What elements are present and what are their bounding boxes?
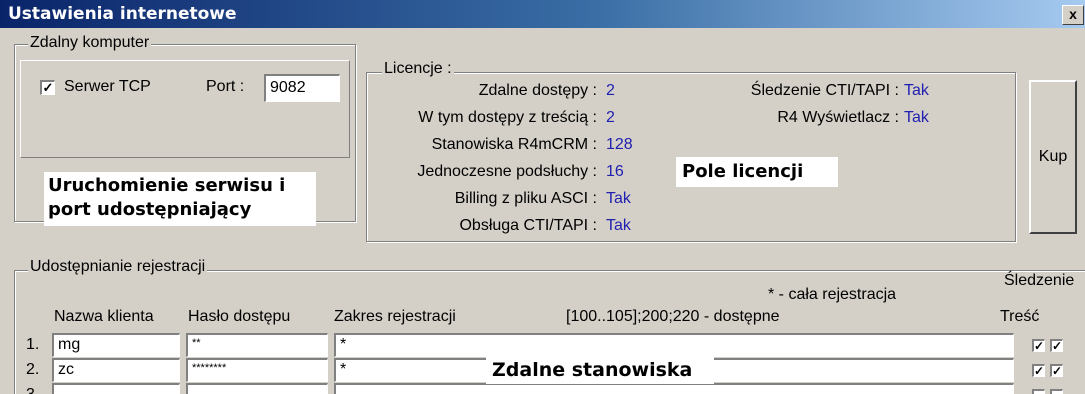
license-annotation: Pole licencji [676, 157, 838, 187]
content-checkbox[interactable]: ✓ [1050, 339, 1063, 352]
buy-button[interactable]: Kup [1029, 80, 1077, 234]
close-button[interactable]: x [1062, 5, 1084, 25]
license-label: R4 Wyświetlacz : [777, 109, 899, 126]
license-value: 2 [606, 109, 615, 126]
range-hint-available: [100..105];200;220 - dostępne [566, 308, 780, 325]
title-bar[interactable]: Ustawienia internetowe x [0, 0, 1085, 28]
password-input[interactable]: ******** [186, 358, 328, 382]
remote-annotation: Uruchomienie serwisu i port udostępniają… [44, 172, 316, 226]
column-header-range: Zakres rejestracji [334, 308, 456, 325]
license-value: 128 [606, 136, 633, 153]
column-header-client: Nazwa klienta [54, 308, 154, 325]
content-checkbox[interactable] [1050, 389, 1063, 394]
tcp-server-checkbox[interactable]: ✓ [40, 80, 55, 95]
license-label: Stanowiska R4mCRM : [431, 136, 597, 153]
range-hint-all: * - cała rejestracja [768, 286, 897, 303]
range-input[interactable] [334, 383, 1014, 394]
window-title: Ustawienia internetowe [8, 4, 237, 24]
license-label: Zdalne dostępy : [478, 82, 597, 99]
tracking-checkbox[interactable]: ✓ [1032, 339, 1045, 352]
tracking-checkbox[interactable] [1032, 389, 1045, 394]
license-label: Billing z pliku ASCI : [454, 190, 597, 207]
port-label: Port : [206, 78, 245, 95]
client-name-input[interactable]: zc [52, 358, 180, 382]
tracking-checkbox[interactable]: ✓ [1032, 364, 1045, 377]
license-value: 2 [606, 82, 615, 99]
password-input[interactable] [186, 383, 328, 394]
column-header-password: Hasło dostępu [188, 308, 291, 325]
license-label: Obsługa CTI/TAPI : [459, 217, 597, 234]
license-group-label: Licencje : [382, 60, 454, 78]
column-header-tracking: Śledzenie [1004, 272, 1075, 289]
content-checkbox[interactable]: ✓ [1050, 364, 1063, 377]
license-label: W tym dostępy z treścią : [418, 109, 597, 126]
sharing-group-label: Udostępnianie rejestracji [28, 258, 208, 276]
license-value: 16 [606, 163, 624, 180]
settings-window: Ustawienia internetowe x Zdalny komputer… [0, 0, 1085, 394]
license-label: Śledzenie CTI/TAPI : [750, 82, 899, 99]
license-value: Tak [606, 217, 631, 234]
license-label: Jednoczesne podsłuchy : [417, 163, 597, 180]
row-number: 2. [26, 361, 40, 378]
row-number: 1. [26, 336, 40, 353]
license-value: Tak [904, 82, 929, 99]
password-input[interactable]: ** [186, 333, 328, 357]
client-name-input[interactable] [52, 383, 180, 394]
port-input[interactable]: 9082 [264, 74, 340, 102]
remote-computer-group-label: Zdalny komputer [28, 34, 152, 52]
row-number: 3. [26, 386, 39, 394]
client-name-input[interactable]: mg [52, 333, 180, 357]
remote-annotation-line-2: port udostępniający [48, 199, 252, 220]
range-input[interactable]: * [334, 333, 1014, 357]
remote-annotation-line-1: Uruchomienie serwisu i [48, 175, 286, 196]
remote-stations-annotation: Zdalne stanowiska [486, 356, 714, 384]
license-value: Tak [606, 190, 631, 207]
tcp-server-label: Serwer TCP [64, 78, 151, 95]
column-header-content: Treść [1000, 308, 1040, 325]
license-value: Tak [904, 109, 929, 126]
